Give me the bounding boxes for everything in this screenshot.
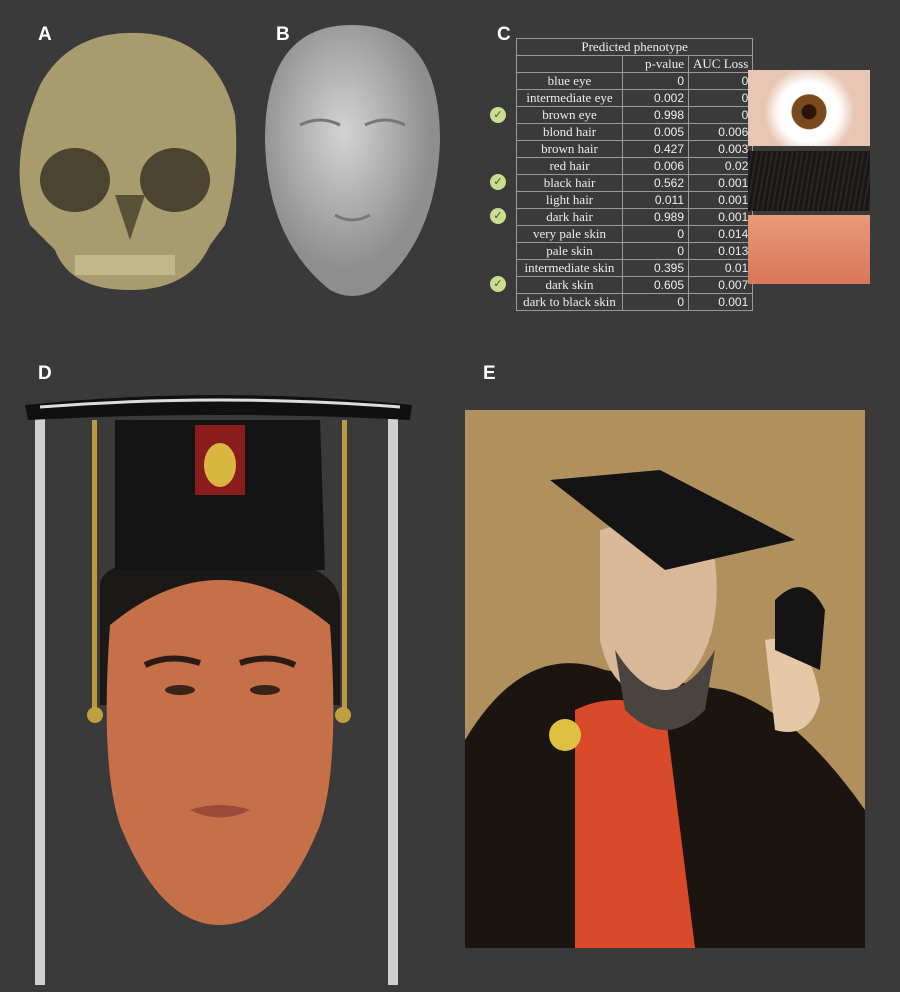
- panel-label-d: D: [38, 363, 52, 384]
- table-row: blond hair 0.005 0.006: [516, 123, 754, 141]
- table-row: black hair 0.562 0.001: [516, 174, 754, 192]
- table-row: blue eye 0 0: [516, 72, 754, 90]
- table-row: intermediate eye 0.002 0: [516, 89, 754, 107]
- phenotype-name: dark skin: [516, 276, 623, 294]
- p-value-cell: 0.005: [622, 123, 689, 141]
- p-value-cell: 0.989: [622, 208, 689, 226]
- phenotype-name: brown hair: [516, 140, 623, 158]
- historical-portrait-painting: [465, 410, 865, 948]
- table-row: light hair 0.011 0.001: [516, 191, 754, 209]
- check-icon: ✓: [490, 275, 506, 292]
- phenotype-table: Predicted phenotype p-value AUC Loss blu…: [515, 38, 754, 311]
- phenotype-name: blue eye: [516, 72, 623, 90]
- p-value-cell: 0: [622, 242, 689, 260]
- auc-loss-cell: 0.006: [687, 123, 754, 141]
- table-title: Predicted phenotype: [515, 38, 754, 56]
- p-value-cell: 0.562: [622, 174, 689, 192]
- column-header: [516, 55, 623, 73]
- phenotype-name: brown eye: [516, 106, 623, 124]
- phenotype-name: red hair: [516, 157, 623, 175]
- check-icon: ✓: [490, 208, 506, 225]
- phenotype-name: very pale skin: [516, 225, 623, 243]
- table-row: brown eye 0.998 0: [516, 106, 754, 124]
- auc-loss-cell: 0.01: [687, 259, 754, 277]
- table-row: dark to black skin 0 0.001: [516, 293, 754, 311]
- face-model-image: [265, 25, 440, 296]
- p-value-cell: 0.006: [622, 157, 689, 175]
- auc-loss-cell: 0.013: [687, 242, 754, 260]
- table-row: dark skin 0.605 0.007: [516, 276, 754, 294]
- table-row: pale skin 0 0.013: [516, 242, 754, 260]
- hair-swatch: [748, 151, 870, 211]
- auc-loss-cell: 0: [687, 72, 754, 90]
- phenotype-name: pale skin: [516, 242, 623, 260]
- auc-loss-cell: 0: [687, 106, 754, 124]
- phenotype-name: intermediate skin: [516, 259, 623, 277]
- phenotype-name: light hair: [516, 191, 623, 209]
- table-row: very pale skin 0 0.014: [516, 225, 754, 243]
- auc-loss-cell: 0.007: [687, 276, 754, 294]
- column-header-p-value: p-value: [622, 55, 689, 73]
- phenotype-name: dark hair: [516, 208, 623, 226]
- table-row: intermediate skin 0.395 0.01: [516, 259, 754, 277]
- table-row: dark hair 0.989 0.001: [516, 208, 754, 226]
- skin-swatch: [748, 215, 870, 284]
- auc-loss-cell: 0.001: [687, 208, 754, 226]
- p-value-cell: 0.427: [622, 140, 689, 158]
- auc-loss-cell: 0.014: [687, 225, 754, 243]
- p-value-cell: 0: [622, 72, 689, 90]
- phenotype-name: black hair: [516, 174, 623, 192]
- eye-swatch: [748, 70, 870, 146]
- skull-image: [19, 32, 237, 291]
- auc-loss-cell: 0: [687, 89, 754, 107]
- p-value-cell: 0.002: [622, 89, 689, 107]
- phenotype-name: intermediate eye: [516, 89, 623, 107]
- panel-label-e: E: [483, 363, 496, 384]
- p-value-cell: 0: [622, 293, 689, 311]
- auc-loss-cell: 0.001: [687, 174, 754, 192]
- column-header-auc-loss: AUC Loss: [687, 55, 754, 73]
- phenotype-name: dark to black skin: [516, 293, 623, 311]
- phenotype-name: blond hair: [516, 123, 623, 141]
- table-row: brown hair 0.427 0.003: [516, 140, 754, 158]
- p-value-cell: 0: [622, 225, 689, 243]
- facial-reconstruction-image: [25, 395, 412, 985]
- check-icon: ✓: [490, 174, 506, 191]
- table-row: red hair 0.006 0.02: [516, 157, 754, 175]
- auc-loss-cell: 0.003: [687, 140, 754, 158]
- p-value-cell: 0.605: [622, 276, 689, 294]
- auc-loss-cell: 0.02: [687, 157, 754, 175]
- check-icon: ✓: [490, 106, 506, 123]
- p-value-cell: 0.395: [622, 259, 689, 277]
- p-value-cell: 0.011: [622, 191, 689, 209]
- p-value-cell: 0.998: [622, 106, 689, 124]
- panel-label-c: C: [497, 24, 511, 45]
- auc-loss-cell: 0.001: [687, 191, 754, 209]
- auc-loss-cell: 0.001: [687, 293, 754, 311]
